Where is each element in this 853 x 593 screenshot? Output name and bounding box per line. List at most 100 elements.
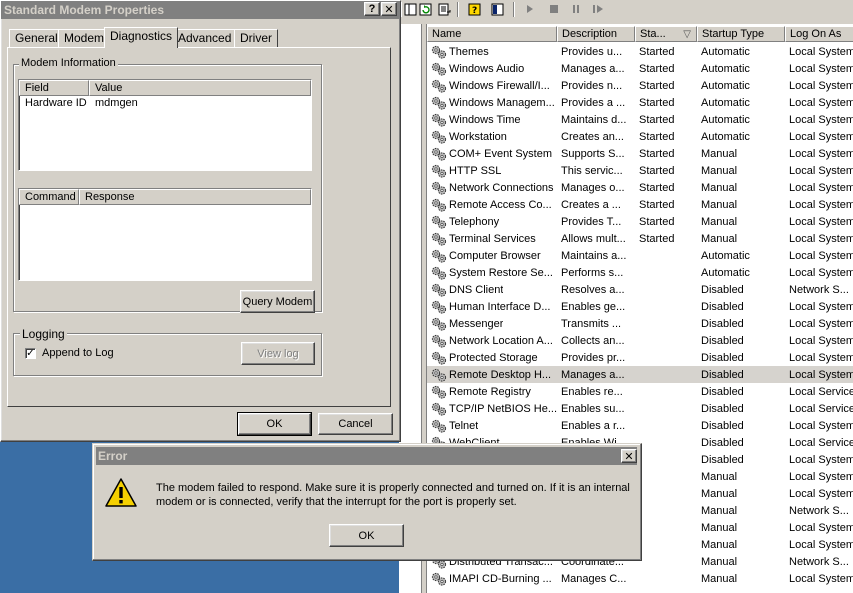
service-row[interactable]: Remote Access Co... Creates a ... Started M… — [427, 196, 853, 213]
service-gear-icon — [431, 215, 447, 229]
column-description[interactable]: Description — [557, 26, 635, 42]
service-row[interactable]: Windows Time Maintains d... Started Automat… — [427, 111, 853, 128]
service-startup-type: Disabled — [701, 351, 744, 364]
service-name-cell: HTTP SSL — [427, 164, 557, 178]
service-log-on-as: Local System — [789, 164, 853, 177]
tab-driver[interactable]: Driver — [234, 29, 278, 47]
service-startup-type: Automatic — [701, 62, 750, 75]
column-log-on-as[interactable]: Log On As — [785, 26, 853, 42]
service-log-on-as: Local System — [789, 45, 853, 58]
service-gear-icon — [431, 419, 447, 433]
column-startup-type[interactable]: Startup Type — [697, 26, 785, 42]
service-row[interactable]: IMAPI CD-Burning ... Manages C... Manual Lo… — [427, 570, 853, 587]
tab-modem[interactable]: Modem — [58, 29, 111, 47]
service-startup-type: Manual — [701, 147, 738, 160]
service-row[interactable]: COM+ Event System Supports S... Started Man… — [427, 145, 853, 162]
service-name-cell: Human Interface D... — [427, 300, 557, 314]
service-startup-type: Manual — [701, 181, 738, 194]
service-name: IMAPI CD-Burning ... — [449, 572, 552, 585]
refresh-icon[interactable] — [418, 2, 432, 16]
service-name-cell: Themes — [427, 45, 557, 59]
column-command[interactable]: Command — [19, 189, 79, 205]
toolbar-separator — [513, 2, 515, 17]
pause-icon[interactable] — [569, 2, 583, 16]
service-description: Enables su... — [561, 402, 625, 415]
service-description: Maintains d... — [561, 113, 627, 126]
properties-icon[interactable] — [490, 2, 504, 16]
service-name: Remote Desktop H... — [449, 368, 552, 381]
append-to-log-checkbox[interactable]: ✓ — [25, 348, 36, 359]
column-name[interactable]: Name — [427, 26, 557, 42]
export-list-icon[interactable] — [437, 2, 451, 16]
service-startup-type: Manual — [701, 470, 738, 483]
service-startup-type: Automatic — [701, 113, 750, 126]
service-row[interactable]: Workstation Creates an... Started Automatic… — [427, 128, 853, 145]
column-response[interactable]: Response — [79, 189, 311, 205]
cancel-button[interactable]: Cancel — [318, 413, 393, 435]
modem-info-list[interactable]: Field Value Hardware ID mdmgen — [18, 79, 312, 171]
close-button[interactable]: ✕ — [381, 2, 397, 16]
tab-advanced[interactable]: Advanced — [172, 29, 238, 47]
service-gear-icon — [431, 79, 447, 93]
help-icon[interactable]: ? — [467, 2, 481, 16]
service-row[interactable]: Windows Managem... Provides a ... Started A… — [427, 94, 853, 111]
console-tree-icon[interactable] — [403, 2, 417, 16]
stop-icon[interactable] — [547, 2, 561, 16]
play-icon[interactable] — [523, 2, 537, 16]
service-name-cell: Remote Access Co... — [427, 198, 557, 212]
column-value[interactable]: Value — [89, 80, 311, 96]
service-gear-icon — [431, 283, 447, 297]
services-toolbar: ? — [399, 0, 853, 20]
service-startup-type: Manual — [701, 555, 738, 568]
error-close-button[interactable]: ✕ — [621, 449, 637, 463]
tab-general[interactable]: General — [9, 29, 64, 47]
service-description: Resolves a... — [561, 283, 625, 296]
service-description: Manages o... — [561, 181, 625, 194]
service-description: Manages a... — [561, 368, 625, 381]
view-log-button[interactable]: View log — [241, 342, 315, 365]
service-gear-icon — [431, 351, 447, 365]
append-to-log-label[interactable]: Append to Log — [42, 347, 114, 359]
service-startup-type: Automatic — [701, 45, 750, 58]
service-row[interactable]: Computer Browser Maintains a... Automatic L… — [427, 247, 853, 264]
service-row[interactable]: Remote Registry Enables re... Disabled Loca… — [427, 383, 853, 400]
command-response-list[interactable]: Command Response — [18, 188, 312, 281]
restart-icon[interactable] — [592, 2, 606, 16]
service-name: HTTP SSL — [449, 164, 502, 177]
service-row[interactable]: Windows Audio Manages a... Started Automati… — [427, 60, 853, 77]
service-row[interactable]: Remote Desktop H... Manages a... Disabled L… — [427, 366, 853, 383]
service-name-cell: Windows Managem... — [427, 96, 557, 110]
service-row[interactable]: HTTP SSL This servic... Started Manual Local… — [427, 162, 853, 179]
service-gear-icon — [431, 164, 447, 178]
service-log-on-as: Local System — [789, 62, 853, 75]
service-row[interactable]: DNS Client Resolves a... Disabled Network S… — [427, 281, 853, 298]
service-row[interactable]: Messenger Transmits ... Disabled Local Syst… — [427, 315, 853, 332]
service-status: Started — [639, 181, 675, 194]
query-modem-button[interactable]: Query Modem — [240, 290, 315, 313]
service-row[interactable]: Windows Firewall/I... Provides n... Starte… — [427, 77, 853, 94]
column-field[interactable]: Field — [19, 80, 89, 96]
ok-button[interactable]: OK — [237, 412, 312, 436]
services-list-header: Name Description Sta... ▽ Startup Type L… — [427, 26, 853, 42]
service-gear-icon — [431, 62, 447, 76]
error-ok-button[interactable]: OK — [329, 524, 404, 547]
service-row[interactable]: System Restore Se... Performs s... Automat… — [427, 264, 853, 281]
service-row[interactable]: Human Interface D... Enables ge... Disable… — [427, 298, 853, 315]
service-row[interactable]: Protected Storage Provides pr... Disabled L… — [427, 349, 853, 366]
diagnostics-panel: Modem Information Field Value Hardware I… — [7, 47, 391, 407]
service-row[interactable]: TCP/IP NetBIOS He... Enables su... Disable… — [427, 400, 853, 417]
service-row[interactable]: Themes Provides u... Started Automatic Local… — [427, 43, 853, 60]
tab-diagnostics[interactable]: Diagnostics — [104, 27, 179, 48]
service-log-on-as: Network S... — [789, 555, 849, 568]
service-gear-icon — [431, 198, 447, 212]
service-row[interactable]: Network Connections Manages o... Started Ma… — [427, 179, 853, 196]
service-description: Creates a ... — [561, 198, 621, 211]
service-row[interactable]: Network Location A... Collects an... Disab… — [427, 332, 853, 349]
column-status[interactable]: Sta... ▽ — [635, 26, 697, 42]
help-button[interactable]: ? — [364, 2, 380, 16]
service-status: Started — [639, 147, 675, 160]
service-row[interactable]: Terminal Services Allows mult... Started Ma… — [427, 230, 853, 247]
service-row[interactable]: Telnet Enables a r... Disabled Local System — [427, 417, 853, 434]
service-gear-icon — [431, 96, 447, 110]
service-row[interactable]: Telephony Provides T... Started Manual Local… — [427, 213, 853, 230]
